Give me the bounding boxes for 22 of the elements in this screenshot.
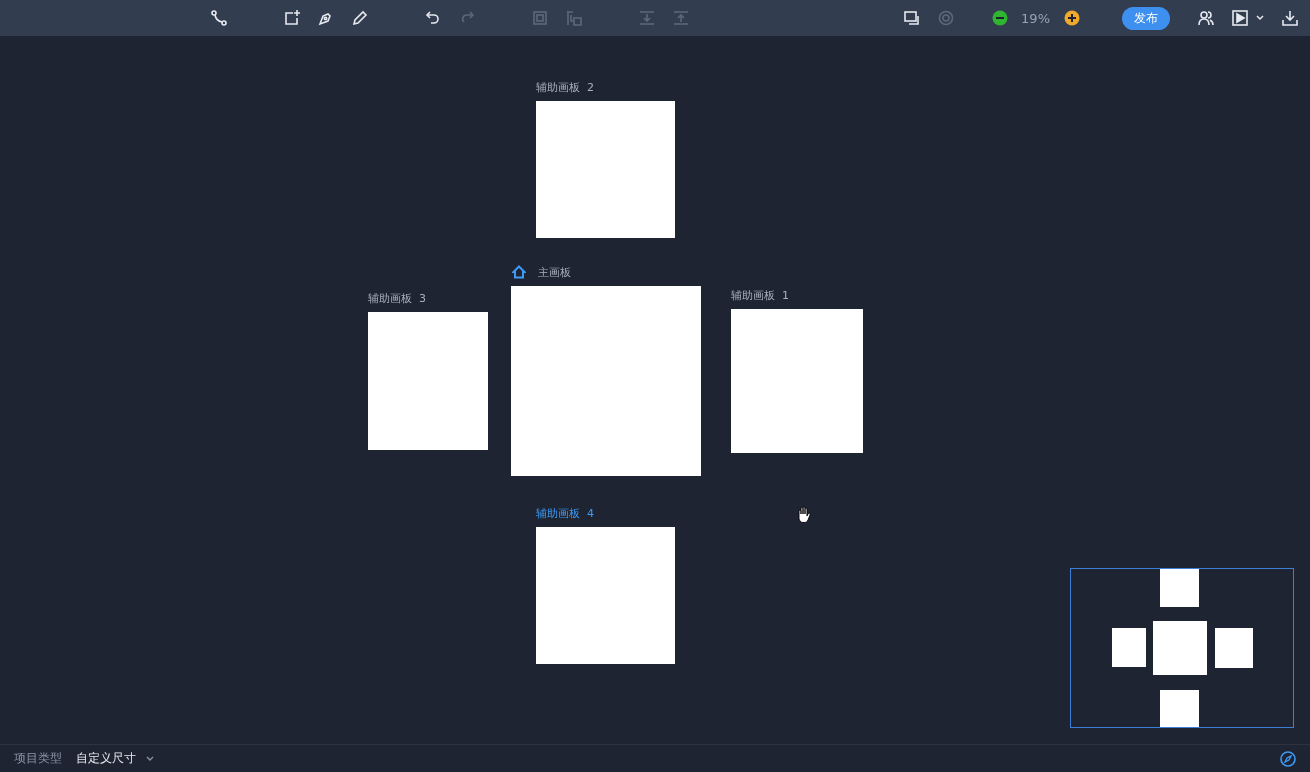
download-button[interactable] bbox=[1280, 8, 1300, 28]
artboard-label[interactable]: 辅助画板 2 bbox=[536, 79, 594, 95]
compass-icon[interactable] bbox=[1280, 750, 1296, 767]
artboard-label[interactable]: 辅助画板 1 bbox=[731, 287, 789, 303]
artboard-label[interactable]: 辅助画板 4 bbox=[536, 505, 594, 521]
zoom-level: 19% bbox=[1021, 10, 1050, 26]
play-button[interactable] bbox=[1230, 8, 1250, 28]
artboard-label[interactable]: 主画板 bbox=[538, 264, 571, 280]
people-button[interactable] bbox=[1196, 8, 1216, 28]
size-dropdown[interactable]: 自定义尺寸 bbox=[76, 750, 154, 767]
zoom-in-button[interactable] bbox=[1064, 10, 1080, 26]
zoom-out-button[interactable] bbox=[992, 10, 1009, 26]
minimap[interactable] bbox=[1070, 568, 1294, 728]
caret-icon bbox=[146, 755, 154, 762]
hand-cursor-icon bbox=[796, 506, 812, 523]
connect-button[interactable] bbox=[209, 8, 229, 28]
artboard-label[interactable]: 辅助画板 3 bbox=[368, 290, 426, 306]
caret-icon[interactable] bbox=[1256, 15, 1264, 21]
project-type-label: 项目类型 bbox=[14, 750, 62, 767]
add-artboard-button[interactable] bbox=[282, 8, 302, 28]
pencil-button[interactable] bbox=[350, 8, 370, 28]
home-icon bbox=[512, 265, 526, 279]
